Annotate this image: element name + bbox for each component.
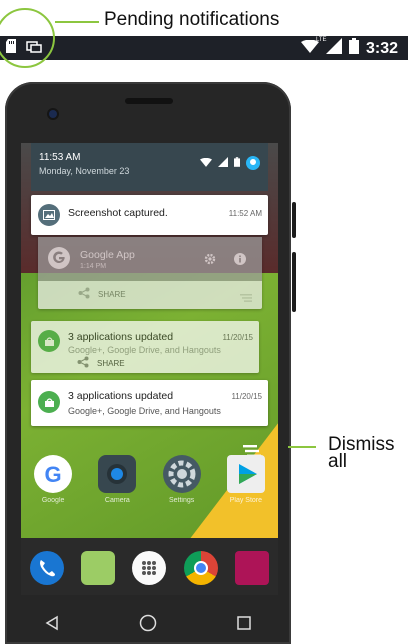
notification-time: 11/20/15 [222,333,253,342]
notification-shade-header: 11:53 AM Monday, November 23 [31,143,268,191]
dismiss-all-label: Dismiss all [328,435,395,472]
share-action[interactable]: SHARE [78,287,126,301]
app-label: Camera [104,497,130,504]
app-play-store[interactable]: Play Store [218,455,274,504]
share-label: SHARE [98,289,126,299]
play-store-icon [226,455,265,493]
play-update-icon [38,391,60,413]
play-update-icon [38,330,60,352]
image-icon [38,204,60,226]
shade-time: 11:53 AM [39,152,81,163]
pending-callout-line [55,21,99,23]
notification-subtitle: Google+, Google Drive, and Hangouts [68,345,221,355]
notification-time: 11:52 AM [228,209,262,218]
power-button[interactable] [292,252,296,312]
navigation-bar [5,606,291,644]
status-time: 3:32 [365,39,398,57]
notification-title: 3 applications updated [68,390,174,402]
network-type: LTE [315,37,327,43]
signal-icon: LTE [316,37,342,59]
share-icon [78,287,90,301]
home-icon[interactable] [139,614,157,637]
status-bar: LTE 3:32 [0,36,408,60]
app-label: Google [41,497,65,504]
notification-subtitle: 1:14 PM [80,263,107,270]
recents-icon[interactable] [236,615,252,636]
google-g-icon [48,247,70,269]
share-icon [77,356,89,370]
home-app-row: G Google Camera Settings Play Store [21,455,278,504]
phone-icon[interactable] [29,551,64,585]
gallery-icon[interactable] [235,551,270,585]
app-settings[interactable]: Settings [154,455,210,504]
pending-notifications-label: Pending notifications [104,9,280,30]
volume-button[interactable] [292,202,296,238]
user-avatar-icon[interactable] [246,156,260,170]
battery-icon [348,38,359,59]
notification-subtitle: Google+, Google Drive, and Hangouts [68,406,221,416]
info-icon[interactable] [234,252,246,270]
svg-text:G: G [45,462,62,487]
dismiss-label-line2: all [328,451,348,472]
notification-title: 3 applications updated [68,331,174,343]
phone-screen: 11:53 AM Monday, November 23 Screenshot … [21,143,278,595]
notification-google-app[interactable]: Google App 1:14 PM SHARE [38,237,262,309]
dismiss-callout-line [288,446,316,448]
earpiece [125,98,173,104]
camera-icon [98,455,137,493]
notification-screenshot[interactable]: Screenshot captured. 11:52 AM [31,195,268,235]
app-drawer-icon[interactable] [132,551,167,585]
battery-icon [234,154,240,172]
app-google[interactable]: G Google [25,455,81,504]
notification-title: Screenshot captured. [68,207,168,219]
notification-apps-updated[interactable]: 3 applications updated Google+, Google D… [31,380,268,426]
app-label: Settings [168,497,195,504]
signal-icon [218,154,228,172]
notification-apps-updated-ghost[interactable]: 3 applications updated Google+, Google D… [31,321,259,373]
app-label: Play Store [229,497,263,504]
shade-date: Monday, November 23 [39,166,130,176]
front-camera [49,110,57,118]
google-icon: G [34,455,73,493]
app-camera[interactable]: Camera [89,455,145,504]
home-dock [21,551,278,585]
chrome-icon[interactable] [183,551,218,585]
dismiss-all-icon [240,289,252,307]
gear-icon[interactable] [204,252,216,270]
notification-title: Google App [80,249,135,261]
notification-time: 11/20/15 [231,392,262,401]
share-action[interactable]: SHARE [77,356,125,370]
settings-icon [162,455,201,493]
share-label: SHARE [97,358,125,368]
back-icon[interactable] [44,615,60,636]
messaging-icon[interactable] [81,551,116,585]
wifi-icon [200,154,212,172]
